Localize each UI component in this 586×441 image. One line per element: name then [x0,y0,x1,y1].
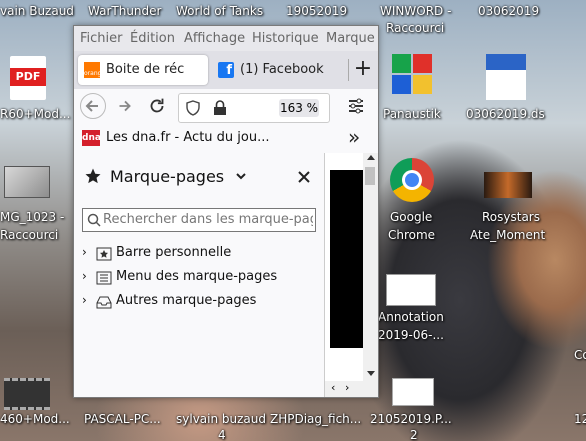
scroll-left-arrow-icon[interactable]: ‹ [331,381,335,394]
dna-favicon-icon: dna [82,130,101,146]
new-tab-button[interactable]: + [352,55,374,83]
chrome-icon[interactable] [390,158,434,202]
screenshot-icon[interactable] [386,274,436,306]
desktop-icon-label[interactable]: WINWORD - [380,4,451,18]
star-icon [85,168,101,184]
tiles-app-icon[interactable] [392,54,432,94]
scroll-up-arrow-icon[interactable] [367,155,375,160]
tab-label: (1) Facebook [240,62,324,77]
orange-favicon-icon: orange [84,62,100,78]
page-content[interactable]: ‹ › [325,153,378,397]
desktop-icon-label[interactable]: PASCAL-PC... [84,412,161,426]
bookmarks-overflow-button[interactable]: » [348,125,360,149]
bookmark-dna[interactable]: Les dna.fr - Actu du jou... [106,130,270,145]
sidebar-title[interactable]: Marque-pages [110,167,224,186]
chevron-right-icon: › [82,245,87,259]
document-icon[interactable] [392,378,434,406]
menu-edition[interactable]: Édition [130,31,175,46]
zoom-indicator[interactable]: 163 % [279,99,319,117]
desktop-icon-label[interactable]: R60+Mod... [0,107,70,121]
lock-icon[interactable] [213,100,227,116]
desktop-icon-label[interactable]: Co [574,348,586,362]
close-icon[interactable] [298,171,310,183]
desktop-icon-label[interactable]: 19052019 [286,4,347,18]
menu-settings-icon[interactable] [346,96,366,116]
search-placeholder: Rechercher dans les marque-pag [103,212,313,227]
desktop-icon-label[interactable]: Google [390,210,432,224]
bookmarks-menu-icon [96,271,112,285]
tab-bar: orange Boite de réc f (1) Facebook + [74,51,378,89]
address-bar[interactable]: 163 % [178,93,330,123]
document-icon[interactable] [486,54,526,100]
shield-icon[interactable] [185,100,201,116]
pdf-badge: PDF [10,68,46,86]
tree-item-label: Menu des marque-pages [116,269,278,284]
desktop-icon-label[interactable]: 460+Mod... [0,412,70,426]
chevron-right-icon: › [82,293,87,307]
desktop-icon-label[interactable]: vain Buzaud [0,4,74,18]
chevron-down-icon[interactable] [236,173,246,181]
folder-icon [96,296,112,309]
scroll-down-arrow-icon[interactable] [367,371,375,376]
menu-historique[interactable]: Historique [252,31,319,46]
pdf-icon[interactable]: PDF [10,56,46,100]
bookmarks-toolbar-icon [96,247,112,261]
desktop-icon-label[interactable]: WarThunder [88,4,161,18]
scrollbar-thumb[interactable] [365,167,375,185]
menu-affichage[interactable]: Affichage [184,31,245,46]
facebook-icon: f [218,62,234,78]
desktop-icon-label: Raccourci [0,228,59,242]
browser-window: Fichier Édition Affichage Historique Mar… [73,25,379,398]
tab-facebook[interactable]: f (1) Facebook [212,55,346,85]
tab-separator [348,59,349,81]
desktop-icon-label[interactable]: 12 [574,412,586,426]
forward-arrow-icon[interactable] [114,95,136,117]
desktop-icon-label: 2 [410,428,418,441]
desktop-icon-label[interactable]: sylvain buzaud [176,412,266,426]
desktop-icon-label[interactable]: 21052019.P... [370,412,452,426]
desktop-icon-label[interactable]: MG_1023 - [0,210,64,224]
desktop-icon-label[interactable]: Panaustik [383,107,441,121]
desktop-icon-label: Chrome [388,228,436,242]
menu-bar: Fichier Édition Affichage Historique Mar… [74,26,378,51]
bookmarks-sidebar: Marque-pages Rechercher dans les marque-… [74,153,325,397]
tree-item-label: Autres marque-pages [116,293,257,308]
menu-fichier[interactable]: Fichier [80,31,123,46]
image-icon[interactable] [484,172,532,198]
tab-boite-de-reception[interactable]: orange Boite de réc [78,55,208,85]
menu-marque-pages[interactable]: Marque [326,31,375,46]
desktop-icon-label: 4 [218,428,226,441]
page-content-dark-area [330,170,363,348]
horizontal-scrollbar[interactable]: ‹ › [325,381,378,397]
desktop-icon-label: Ate_Moment [470,228,546,242]
back-button[interactable] [80,93,106,119]
image-shortcut-icon[interactable] [4,166,50,198]
desktop-icon-label[interactable]: Annotation [378,310,444,324]
search-icon [87,213,101,227]
desktop-icon-label: 2019-06-... [378,328,444,342]
back-arrow-icon [85,100,98,112]
tab-label: Boite de réc [106,62,185,77]
desktop-icon-label[interactable]: 03062019.ds [466,107,545,121]
desktop-icon-label[interactable]: ZHPDiag_fich... [270,412,361,426]
bookmarks-search-input[interactable]: Rechercher dans les marque-pag [82,208,316,232]
desktop-icon-label[interactable]: Rosystars [482,210,540,224]
bookmarks-toolbar: dna Les dna.fr - Actu du jou... » [74,125,378,154]
reload-icon[interactable] [146,95,168,117]
chevron-right-icon: › [82,269,87,283]
navigation-bar: 163 % [74,89,378,125]
vertical-scrollbar[interactable] [363,153,378,397]
desktop-icon-label[interactable]: World of Tanks [176,4,263,18]
scroll-right-arrow-icon[interactable]: › [345,381,349,394]
desktop-icon-label: Raccourci [386,21,445,35]
video-icon[interactable] [4,378,50,410]
desktop-icon-label[interactable]: 03062019 [478,4,539,18]
tree-item-label: Barre personnelle [116,245,232,260]
